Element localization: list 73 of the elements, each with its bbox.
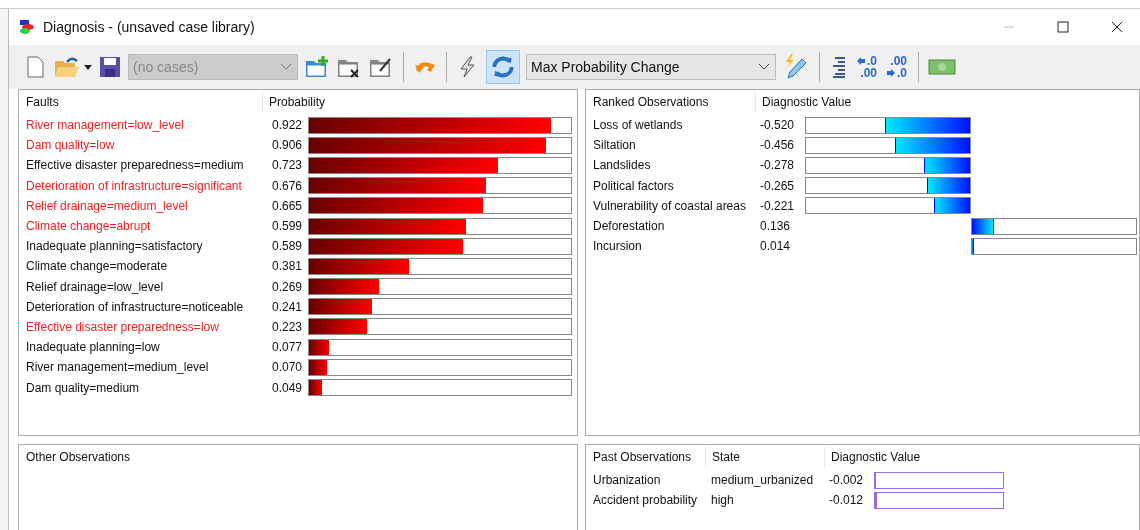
- observation-name: Vulnerability of coastal areas: [593, 198, 747, 213]
- observation-name: Loss of wetlands: [593, 118, 684, 133]
- close-icon[interactable]: [1111, 21, 1123, 33]
- probability-value: 0.049: [272, 380, 304, 395]
- chevron-icon: [759, 64, 769, 70]
- maximize-icon[interactable]: [1057, 21, 1069, 33]
- observation-name: Incursion: [593, 239, 643, 254]
- column-header: Probability: [268, 94, 326, 111]
- diagnostic-value: -0.520: [760, 118, 796, 133]
- window-title: Diagnosis - (unsaved case library): [43, 19, 255, 35]
- open-folder-icon[interactable]: [53, 55, 81, 79]
- fault-name: Dam quality=low: [26, 138, 116, 153]
- refresh-button[interactable]: [486, 50, 520, 84]
- decrease-decimal-button[interactable]: .0 .00: [855, 55, 879, 79]
- fault-name: River management=medium_level: [26, 360, 210, 375]
- probability-value: 0.589: [272, 239, 304, 254]
- column-header: Faults: [26, 92, 263, 112]
- increase-decimal-button[interactable]: .00 .0: [885, 55, 910, 79]
- money-icon[interactable]: [928, 58, 957, 76]
- diagnostic-value: 0.014: [760, 239, 792, 254]
- fault-name: Deterioration of infrastructure=noticeable: [26, 299, 245, 314]
- chevron-icon: [281, 64, 291, 70]
- fault-name: Climate change=moderate: [26, 259, 169, 274]
- panel-title: Other Observations: [26, 449, 131, 466]
- probability-value: 0.241: [272, 299, 304, 314]
- fault-name: Deterioration of infrastructure=significant: [26, 178, 243, 193]
- column-header: Past Observations: [593, 447, 706, 467]
- save-icon[interactable]: [98, 55, 122, 79]
- probability-value: 0.922: [272, 118, 304, 133]
- diagnostic-value: -0.278: [760, 158, 796, 173]
- diagnostic-value: -0.221: [760, 198, 796, 213]
- app-logo-icon: [19, 19, 35, 35]
- observation-name: Siltation: [593, 138, 637, 153]
- probability-value: 0.381: [272, 259, 304, 274]
- fault-name: Relief drainage=low_level: [26, 279, 165, 294]
- column-header: Diagnostic Value: [830, 449, 921, 466]
- fault-name: Effective disaster preparedness=medium: [26, 158, 245, 173]
- diagnostic-value: -0.456: [760, 138, 796, 153]
- probability-value: 0.665: [272, 198, 304, 213]
- diagnostic-value: -0.012: [829, 493, 865, 508]
- arrow-icon: [857, 57, 865, 65]
- probability-value: 0.906: [272, 138, 304, 153]
- probability-value: 0.723: [272, 158, 304, 173]
- diagnostic-value: -0.002: [829, 473, 865, 488]
- probability-value: 0.077: [272, 340, 304, 355]
- fault-name: Dam quality=medium: [26, 380, 141, 395]
- observation-name: Deforestation: [593, 219, 666, 234]
- new-folder-icon[interactable]: [304, 55, 330, 79]
- diagnostic-value: -0.265: [760, 178, 796, 193]
- fault-name: Inadequate planning=satisfactory: [26, 239, 204, 254]
- column-header: State: [706, 447, 825, 467]
- caret-icon[interactable]: [84, 64, 92, 70]
- observation-state: high: [711, 493, 735, 508]
- observation-name: Urbanization: [593, 473, 662, 488]
- probability-value: 0.676: [272, 178, 304, 193]
- measure-dropdown[interactable]: Max Probability Change: [526, 54, 776, 80]
- probability-value: 0.223: [272, 319, 304, 334]
- observation-name: Accident probability: [593, 493, 699, 508]
- observation-name: Landslides: [593, 158, 652, 173]
- column-header: Ranked Observations: [593, 92, 756, 112]
- probability-value: 0.599: [272, 219, 304, 234]
- observation-state: medium_urbanized: [711, 473, 815, 488]
- column-header: Diagnostic Value: [761, 94, 852, 111]
- arrow-icon: [887, 69, 895, 77]
- observation-name: Political factors: [593, 178, 675, 193]
- fault-name: Climate change=abrupt: [26, 219, 152, 234]
- fault-name: Inadequate planning=low: [26, 340, 161, 355]
- fault-name: River management=low_level: [26, 118, 185, 133]
- probability-value: 0.070: [272, 360, 304, 375]
- fault-name: Effective disaster preparedness=low: [26, 319, 220, 334]
- diagnostic-value: 0.136: [760, 219, 792, 234]
- fault-name: Relief drainage=medium_level: [26, 198, 189, 213]
- probability-value: 0.269: [272, 279, 304, 294]
